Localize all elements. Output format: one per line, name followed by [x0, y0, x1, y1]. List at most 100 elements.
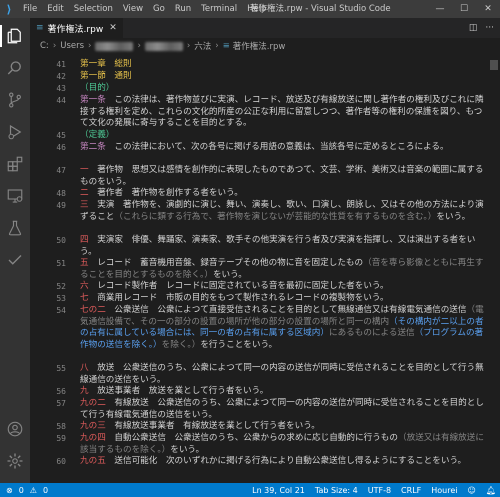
- code-token: にあるものによる送信: [328, 328, 415, 339]
- close-tab-icon[interactable]: ✕: [109, 23, 117, 33]
- search-icon[interactable]: [5, 58, 25, 78]
- line-number: 46: [56, 143, 66, 152]
- code-line[interactable]: 第一章 総則: [80, 59, 490, 71]
- code-line[interactable]: （定義）: [80, 130, 490, 142]
- code-token: 六: [80, 281, 89, 291]
- feedback-icon[interactable]: ☺: [468, 486, 476, 495]
- line-number: 53: [56, 294, 66, 303]
- source-control-icon[interactable]: [5, 90, 25, 110]
- code-line[interactable]: 六 レコード製作者 レコードに固定されている音を最初に固定した者をいう。: [80, 281, 490, 293]
- code-line[interactable]: 第一節 通則: [80, 71, 490, 83]
- line-number: 47: [56, 166, 66, 175]
- code-token: この法律は、著作物並びに実演、レコード、放送及び有線放送に関し著作者の権利及びこ…: [80, 95, 484, 129]
- line-number: 44: [56, 96, 66, 105]
- code-line[interactable]: 九 放送事業者 放送を業として行う者をいう。: [80, 386, 490, 398]
- maximize-icon[interactable]: ☐: [452, 0, 476, 18]
- code-token: 送信可能化 次のいずれかに掲げる行為により自動公衆送信し得るようにすることをいう…: [105, 456, 467, 466]
- redacted-folder: [144, 41, 183, 51]
- minimize-icon[interactable]: —: [428, 0, 452, 18]
- breadcrumb-item-folder[interactable]: 六法: [194, 40, 211, 52]
- menu-help[interactable]: Help: [242, 0, 271, 18]
- code-line[interactable]: 七 商業用レコード 市販の目的をもつて製作されるレコードの複製物をいう。: [80, 293, 490, 305]
- code-line[interactable]: 一 著作物 思想又は感情を創作的に表現したものであつて、文芸、学術、美術又は音楽…: [80, 165, 490, 188]
- notifications-icon[interactable]: 🔔︎: [486, 486, 496, 495]
- code-line[interactable]: 八 放送 公衆送信のうち、公衆によつて同一の内容の送信が同時に受信されることを目…: [80, 363, 490, 386]
- line-number: 42: [56, 72, 66, 81]
- line-number: 56: [56, 387, 66, 396]
- breadcrumb-item-file[interactable]: 著作権法.rpw: [233, 40, 286, 52]
- code-line[interactable]: 五 レコード 蓄音機用音盤、録音テープその他の物に音を固定したもの（音を専ら影像…: [80, 258, 490, 281]
- title-bar: ⟩ File Edit Selection View Go Run Termin…: [0, 0, 500, 18]
- tab-active-file[interactable]: ≡ 著作権法.rpw ✕: [30, 18, 123, 38]
- code-line[interactable]: 七の二 公衆送信 公衆によつて直接受信されることを目的として無線通信又は有線電気…: [80, 305, 490, 351]
- line-number: 41: [56, 60, 66, 69]
- code-line[interactable]: 第二条 この法律において、次の各号に掲げる用語の意義は、当該各号に定めるところに…: [80, 142, 490, 154]
- settings-gear-icon[interactable]: [5, 451, 25, 471]
- code-token: レコード 蓄音機用音盤、録音テープその他の物に音を固定したもの: [88, 258, 364, 268]
- cursor-position[interactable]: Ln 39, Col 21: [252, 486, 305, 495]
- end-of-line[interactable]: CRLF: [401, 486, 421, 495]
- explorer-icon[interactable]: [5, 26, 25, 46]
- account-icon[interactable]: [5, 419, 25, 439]
- code-line[interactable]: 四 実演家 俳優、舞踊家、演奏家、歌手その他実演を行う者及び実演を指揮し、又は演…: [80, 235, 490, 258]
- code-token: 二: [80, 188, 89, 198]
- breadcrumb-item-drive[interactable]: C:: [40, 41, 49, 51]
- tab-label: 著作権法.rpw: [47, 24, 104, 35]
- vertical-scrollbar[interactable]: [488, 54, 500, 483]
- editor[interactable]: 41 42 43 44 45 46 47 48 49 50 51 52 53 54 55 56 57 58 59 60…: [30, 54, 500, 483]
- menu-terminal[interactable]: Terminal: [196, 0, 242, 18]
- line-number: 52: [56, 282, 66, 291]
- code-token: （定義）: [80, 130, 115, 140]
- breadcrumb-item-users[interactable]: Users: [60, 41, 84, 51]
- line-number: 57: [56, 399, 66, 408]
- problems-indicator[interactable]: ⊗ 0 ⚠ 0: [0, 486, 48, 495]
- scroll-thumb[interactable]: [490, 60, 498, 70]
- code-token: 八: [80, 363, 89, 373]
- remote-explorer-icon[interactable]: [5, 186, 25, 206]
- menu-run[interactable]: Run: [170, 0, 196, 18]
- code-line[interactable]: 九の四 自動公衆送信 公衆送信のうち、公衆からの求めに応じ自動的に行うもの（放送…: [80, 433, 490, 456]
- code-line[interactable]: 二 著作者 著作物を創作する者をいう。: [80, 188, 490, 200]
- code-token: レコード製作者 レコードに固定されている音を最初に固定した者をいう。: [88, 281, 389, 291]
- check-icon[interactable]: [5, 250, 25, 270]
- code-token: 四: [80, 235, 89, 245]
- tab-bar: ≡ 著作権法.rpw ✕ ◫ ···: [30, 18, 500, 38]
- code-token: 自動公衆送信 公衆送信のうち、公衆からの求めに応じ自動的に行うもの: [105, 433, 398, 443]
- code-token: 九の四: [80, 433, 106, 443]
- encoding[interactable]: UTF-8: [368, 486, 391, 495]
- more-actions-icon[interactable]: ···: [485, 23, 494, 33]
- code-line[interactable]: （目的）: [80, 83, 490, 95]
- chevron-right-icon: ›: [52, 41, 57, 51]
- warning-count: 0: [42, 485, 49, 495]
- language-mode[interactable]: Hourei: [431, 486, 457, 495]
- line-number: 48: [56, 189, 66, 198]
- breadcrumb: C: › Users › › › 六法 › ≡ 著作権法.rpw: [30, 38, 500, 54]
- indentation[interactable]: Tab Size: 4: [315, 486, 358, 495]
- code-line[interactable]: 三 実演 著作物を、演劇的に演じ、舞い、演奏し、歌い、口演し、朗詠し、又はその他…: [80, 200, 490, 223]
- file-icon: ≡: [36, 23, 44, 33]
- code-line[interactable]: 第一条 この法律は、著作物並びに実演、レコード、放送及び有線放送に関し著作者の権…: [80, 95, 490, 130]
- run-debug-icon[interactable]: [5, 122, 25, 142]
- redacted-username: [95, 41, 134, 51]
- code-token: 公衆送信 公衆によつて直接受信されることを目的として無線通信又は有線電気通信の送…: [105, 305, 467, 315]
- testing-icon[interactable]: [5, 218, 25, 238]
- menu-edit[interactable]: Edit: [42, 0, 68, 18]
- menu-selection[interactable]: Selection: [69, 0, 118, 18]
- window-controls: — ☐ ✕: [428, 0, 500, 18]
- split-editor-icon[interactable]: ◫: [469, 23, 478, 33]
- menu-view[interactable]: View: [118, 0, 148, 18]
- code-token: をいう。: [212, 269, 247, 280]
- code-token: 九の三: [80, 421, 106, 431]
- activity-bar: [0, 18, 30, 483]
- extensions-icon[interactable]: [5, 154, 25, 174]
- menu-go[interactable]: Go: [148, 0, 170, 18]
- code-token: 五: [80, 258, 89, 268]
- code-line[interactable]: 九の五 送信可能化 次のいずれかに掲げる行為により自動公衆送信し得るようにするこ…: [80, 456, 490, 468]
- close-icon[interactable]: ✕: [476, 0, 500, 18]
- chevron-right-icon: ›: [88, 41, 92, 51]
- code-line[interactable]: 九の二 有線放送 公衆送信のうち、公衆によつて同一の内容の送信が同時に受信される…: [80, 398, 490, 421]
- code-token: を除く。）: [161, 339, 201, 350]
- menu-file[interactable]: File: [18, 0, 42, 18]
- status-bar: ⊗ 0 ⚠ 0 Ln 39, Col 21 Tab Size: 4 UTF-8 …: [0, 483, 500, 497]
- code-line[interactable]: 九の三 有線放送事業者 有線放送を業として行う者をいう。: [80, 421, 490, 433]
